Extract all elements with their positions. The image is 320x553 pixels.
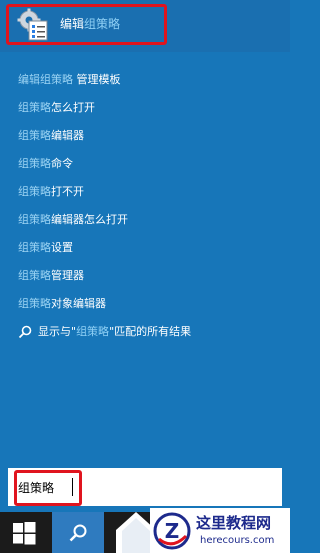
taskbar-search-button[interactable] bbox=[52, 512, 104, 553]
suggestion-item[interactable]: 编辑组策略 管理模板 bbox=[18, 70, 121, 90]
suggestion-item[interactable]: 组策略编辑器 bbox=[18, 126, 84, 146]
search-icon bbox=[18, 325, 32, 339]
suggestion-item[interactable]: 组策略管理器 bbox=[18, 266, 84, 286]
watermark-url: herecours.com bbox=[200, 535, 275, 546]
web-search-all-results[interactable]: 显示与"组策略"匹配的所有结果 bbox=[38, 323, 191, 341]
watermark: Z 这里教程网 herecours.com bbox=[150, 508, 290, 553]
watermark-logo-icon: Z bbox=[153, 512, 191, 550]
svg-text:Z: Z bbox=[165, 519, 180, 543]
suggestion-item[interactable]: 组策略命令 bbox=[18, 154, 73, 174]
highlight-box-search bbox=[14, 470, 82, 506]
windows-start-icon[interactable] bbox=[12, 521, 36, 545]
search-icon bbox=[69, 524, 87, 542]
suggestion-item[interactable]: 组策略设置 bbox=[18, 238, 73, 258]
highlight-box-top bbox=[6, 4, 167, 45]
suggestion-item[interactable]: 组策略打不开 bbox=[18, 182, 84, 202]
suggestion-item[interactable]: 组策略对象编辑器 bbox=[18, 294, 106, 314]
suggestion-item[interactable]: 组策略编辑器怎么打开 bbox=[18, 210, 128, 230]
suggestion-item[interactable]: 组策略怎么打开 bbox=[18, 98, 95, 118]
watermark-title: 这里教程网 bbox=[196, 514, 272, 532]
